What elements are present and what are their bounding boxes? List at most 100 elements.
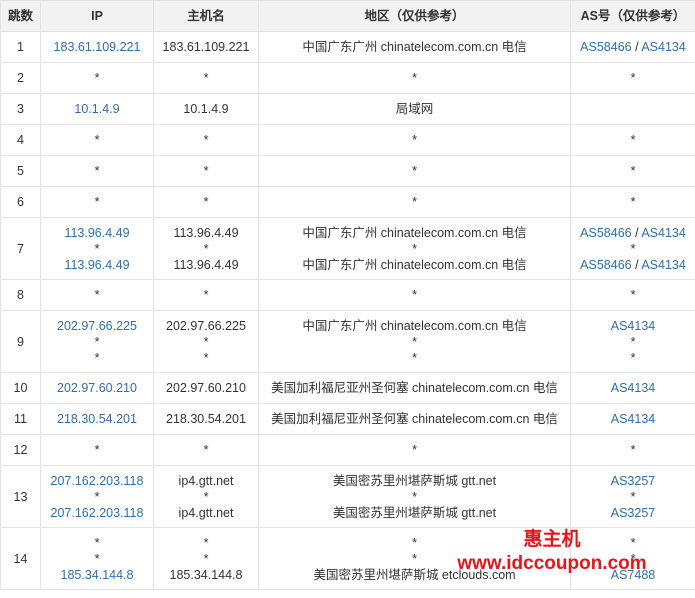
header-hop: 跳数 (0, 0, 41, 32)
hop-cell: 1 (0, 31, 41, 63)
as-line: AS58466 / AS4134 (571, 225, 695, 241)
as-empty: * (630, 71, 636, 85)
region-line: 美国密苏里州堪萨斯城 gtt.net (332, 505, 497, 520)
hostname-line: 183.61.109.221 (162, 40, 250, 54)
table-row: 9 202.97.66.225 * * 202.97.66.225 * * 中国广东广州 ch… (0, 310, 695, 373)
header-ip: IP (40, 0, 154, 32)
as-link[interactable]: AS58466 (580, 258, 631, 272)
hop-cell: 3 (0, 93, 41, 125)
ip-line: 113.96.4.49 (41, 257, 153, 273)
hop-cell: 6 (0, 186, 41, 218)
region-line: * (412, 241, 417, 256)
ip-link[interactable]: 202.97.60.210 (57, 381, 137, 395)
ip-link[interactable]: 113.96.4.49 (64, 258, 129, 272)
as-cell (570, 93, 695, 125)
region-cell: 美国加利福尼亚州圣何塞 chinatelecom.com.cn 电信 (258, 372, 571, 404)
ip-line: 10.1.4.9 (41, 101, 153, 117)
region-cell: * (258, 279, 571, 311)
as-link[interactable]: AS4134 (611, 412, 655, 426)
region-line: * (412, 334, 417, 349)
header-region: 地区（仅供参考） (258, 0, 571, 32)
as-link[interactable]: AS4134 (611, 319, 655, 333)
as-line: * (571, 442, 695, 458)
as-line: * (571, 489, 695, 505)
hostname-line: 113.96.4.49 (173, 225, 239, 240)
host-cell: * (153, 124, 259, 156)
region-cell: 美国密苏里州堪萨斯城 gtt.net * 美国密苏里州堪萨斯城 gtt.net (258, 465, 571, 528)
as-line: * (571, 287, 695, 303)
ip-line: 207.162.203.118 (41, 473, 153, 489)
as-link[interactable]: AS58466 (580, 40, 631, 54)
ip-line: 218.30.54.201 (41, 411, 153, 427)
ip-cell: * (40, 124, 154, 156)
ip-line: 207.162.203.118 (41, 505, 153, 521)
ip-link[interactable]: 202.97.66.225 (57, 319, 137, 333)
as-cell: AS3257 * AS3257 (570, 465, 695, 528)
as-link[interactable]: AS7488 (611, 568, 655, 582)
ip-line: * (94, 489, 100, 504)
ip-link[interactable]: 207.162.203.118 (51, 474, 144, 488)
ip-cell: 113.96.4.49 * 113.96.4.49 (40, 217, 154, 280)
as-empty: * (630, 350, 636, 365)
region-cell: 美国加利福尼亚州圣何塞 chinatelecom.com.cn 电信 (258, 403, 571, 435)
ip-line: * (94, 350, 100, 365)
as-cell: * (570, 124, 695, 156)
ip-link[interactable]: 185.34.144.8 (61, 568, 134, 582)
table-row: 5 * * * * (0, 155, 695, 187)
as-link[interactable]: AS3257 (611, 474, 655, 488)
ip-line: * (94, 334, 100, 349)
region-cell: * (258, 434, 571, 466)
table-row: 10 202.97.60.210 202.97.60.210 美国加利福尼亚州圣何塞 … (0, 372, 695, 404)
as-empty: * (630, 535, 636, 550)
ip-link[interactable]: 183.61.109.221 (54, 40, 141, 54)
hostname-line: * (203, 350, 209, 365)
host-cell: 183.61.109.221 (153, 31, 259, 63)
region-line: * (412, 535, 417, 550)
traceroute-table: 跳数 IP 主机名 地区（仅供参考） AS号（仅供参考） 1 183.61.109… (0, 0, 695, 590)
as-link[interactable]: AS4134 (641, 40, 685, 54)
hostname-line: 113.96.4.49 (173, 257, 239, 272)
region-line: * (412, 551, 417, 566)
as-empty: * (630, 133, 636, 147)
as-line: AS58466 / AS4134 (571, 39, 695, 55)
hostname-line: * (203, 71, 209, 85)
hostname-line: ip4.gtt.net (178, 473, 234, 488)
as-empty: * (630, 195, 636, 209)
as-line: AS7488 (571, 567, 695, 583)
as-line: AS3257 (571, 473, 695, 489)
as-line: AS3257 (571, 505, 695, 521)
as-line: AS58466 / AS4134 (571, 257, 695, 273)
as-separator: / (631, 225, 642, 240)
as-cell: * (570, 155, 695, 187)
hop-cell: 9 (0, 310, 41, 373)
hostname-line: 10.1.4.9 (183, 102, 229, 116)
as-line: * (571, 350, 695, 366)
as-line: * (571, 334, 695, 350)
as-link[interactable]: AS58466 (580, 226, 631, 240)
as-empty: * (630, 489, 636, 504)
region-cell: 中国广东广州 chinatelecom.com.cn 电信 (258, 31, 571, 63)
region-cell: * (258, 62, 571, 94)
region-line: 美国加利福尼亚州圣何塞 chinatelecom.com.cn 电信 (271, 412, 558, 426)
ip-link[interactable]: 10.1.4.9 (74, 102, 119, 116)
hostname-line: * (203, 288, 209, 302)
ip-line: 113.96.4.49 (41, 225, 153, 241)
ip-cell: * * 185.34.144.8 (40, 527, 154, 590)
table-header-row: 跳数 IP 主机名 地区（仅供参考） AS号（仅供参考） (0, 0, 695, 32)
ip-link[interactable]: 218.30.54.201 (57, 412, 137, 426)
region-line: * (412, 71, 417, 85)
table-row: 4 * * * * (0, 124, 695, 156)
ip-link[interactable]: 113.96.4.49 (64, 226, 129, 240)
as-line: * (571, 70, 695, 86)
ip-line: * (94, 443, 100, 457)
region-cell: * (258, 124, 571, 156)
as-line: * (571, 132, 695, 148)
as-link[interactable]: AS3257 (611, 506, 655, 520)
as-link[interactable]: AS4134 (641, 258, 685, 272)
region-line: * (412, 288, 417, 302)
as-line: * (571, 241, 695, 257)
header-as: AS号（仅供参考） (570, 0, 695, 32)
as-link[interactable]: AS4134 (641, 226, 685, 240)
ip-link[interactable]: 207.162.203.118 (51, 506, 144, 520)
as-link[interactable]: AS4134 (611, 381, 655, 395)
